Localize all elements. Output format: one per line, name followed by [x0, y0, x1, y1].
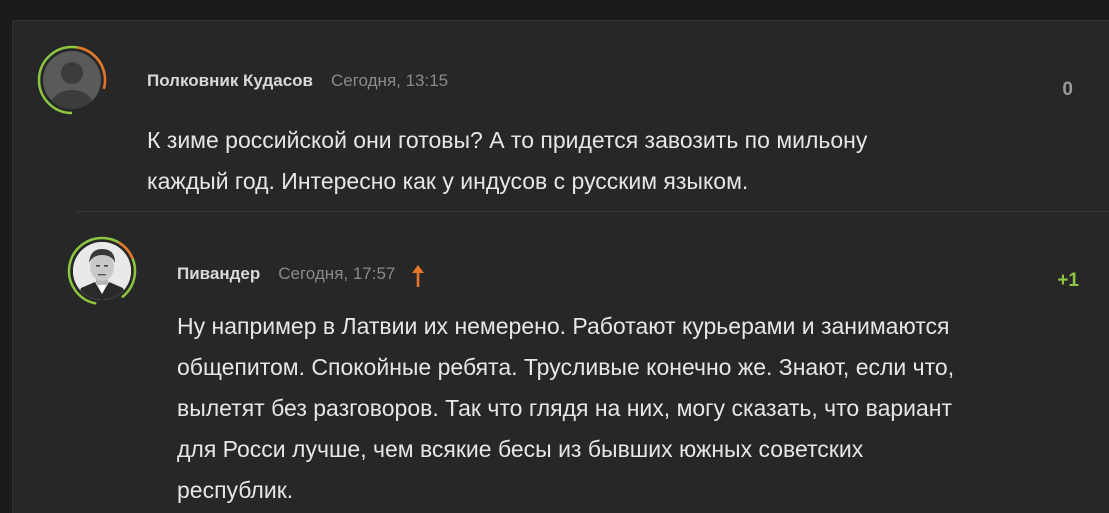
page: Полковник Кудасов Сегодня, 13:15 0 К зим…: [0, 0, 1109, 513]
comment-rating: +1: [1057, 270, 1079, 291]
comment-text: К зиме российской они готовы? А то приде…: [147, 120, 1047, 202]
reply-divider: [75, 211, 1109, 212]
avatar-rating-ring: [67, 236, 137, 306]
comment-text-line: республик.: [177, 477, 294, 503]
comment-text-line: К зиме российской они готовы? А то приде…: [147, 127, 868, 153]
comment-text-line: общепитом. Спокойные ребята. Трусливые к…: [177, 354, 955, 380]
author-name[interactable]: Пивандер: [177, 264, 260, 284]
comment-time[interactable]: Сегодня, 17:57: [278, 264, 395, 284]
avatar[interactable]: [67, 236, 137, 306]
comment-rating: 0: [1062, 79, 1073, 100]
comment-meta: Полковник Кудасов Сегодня, 13:15: [147, 71, 448, 91]
comment-time[interactable]: Сегодня, 13:15: [331, 71, 448, 91]
user-photo-icon: [73, 242, 131, 300]
avatar[interactable]: [37, 45, 107, 115]
comment-text-line: Ну например в Латвии их немерено. Работа…: [177, 313, 950, 339]
comment-meta: Пивандер Сегодня, 17:57: [177, 262, 425, 288]
comment-text: Ну например в Латвии их немерено. Работа…: [177, 306, 1107, 511]
comments-panel: Полковник Кудасов Сегодня, 13:15 0 К зим…: [12, 20, 1109, 513]
comment-text-line: вылетят без разговоров. Так что глядя на…: [177, 395, 953, 421]
arrow-up-icon[interactable]: [411, 264, 425, 288]
comment-text-line: каждый год. Интересно как у индусов с ру…: [147, 168, 749, 194]
comment-text-line: для Росси лучше, чем всякие бесы из бывш…: [177, 436, 864, 462]
author-name[interactable]: Полковник Кудасов: [147, 71, 313, 91]
avatar-rating-ring: [37, 45, 107, 115]
